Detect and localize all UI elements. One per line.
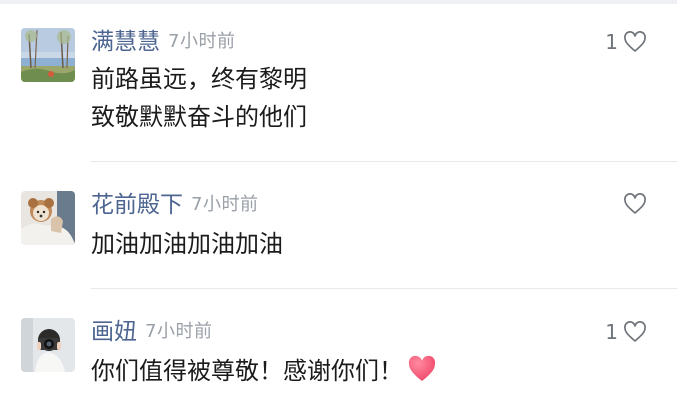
- timestamp: 7小时前: [145, 321, 213, 342]
- avatar[interactable]: [21, 318, 75, 372]
- timestamp: 7小时前: [191, 194, 259, 215]
- divider: [91, 288, 677, 289]
- like-button[interactable]: [623, 193, 647, 215]
- comment-text-line: 你们值得被尊敬！感谢你们！: [91, 353, 437, 389]
- comment-item: 画妞 7小时前 1 你们值得被尊敬！感谢你们！: [0, 318, 677, 417]
- top-divider: [0, 0, 677, 4]
- comment-text-line: 加油加油加油加油: [91, 230, 283, 258]
- username-row: 满慧慧 7小时前: [91, 28, 235, 56]
- heart-outline-icon: [624, 193, 646, 214]
- comment-text-line: 致敬默默奋斗的他们: [91, 103, 307, 131]
- avatar[interactable]: [21, 28, 75, 82]
- username-row: 花前殿下 7小时前: [91, 191, 258, 219]
- comment-item: 花前殿下 7小时前 加油加油加油加油: [0, 191, 677, 289]
- username[interactable]: 满慧慧: [91, 29, 160, 55]
- like-button[interactable]: 1: [605, 30, 647, 54]
- like-count: 1: [605, 30, 618, 54]
- comment-text-line: 前路虽远，终有黎明: [91, 65, 307, 93]
- comment-text: 你们值得被尊敬！感谢你们！: [91, 357, 403, 385]
- divider: [91, 161, 677, 162]
- username[interactable]: 画妞: [91, 319, 137, 345]
- person-with-camera-avatar: [21, 318, 75, 372]
- timestamp: 7小时前: [168, 31, 236, 52]
- avatar[interactable]: [21, 191, 75, 245]
- like-button[interactable]: 1: [605, 320, 647, 344]
- username[interactable]: 花前殿下: [91, 192, 183, 218]
- comment-item: 满慧慧 7小时前 1 前路虽远，终有黎明 致敬默默奋斗的他们: [0, 28, 677, 162]
- username-row: 画妞 7小时前: [91, 318, 212, 346]
- person-with-dog-avatar: [21, 191, 75, 245]
- landscape-painting-avatar: [21, 28, 75, 82]
- heart-outline-icon: [624, 31, 646, 52]
- like-count: 1: [605, 320, 618, 344]
- red-heart-emoji: [408, 355, 436, 381]
- heart-outline-icon: [624, 321, 646, 342]
